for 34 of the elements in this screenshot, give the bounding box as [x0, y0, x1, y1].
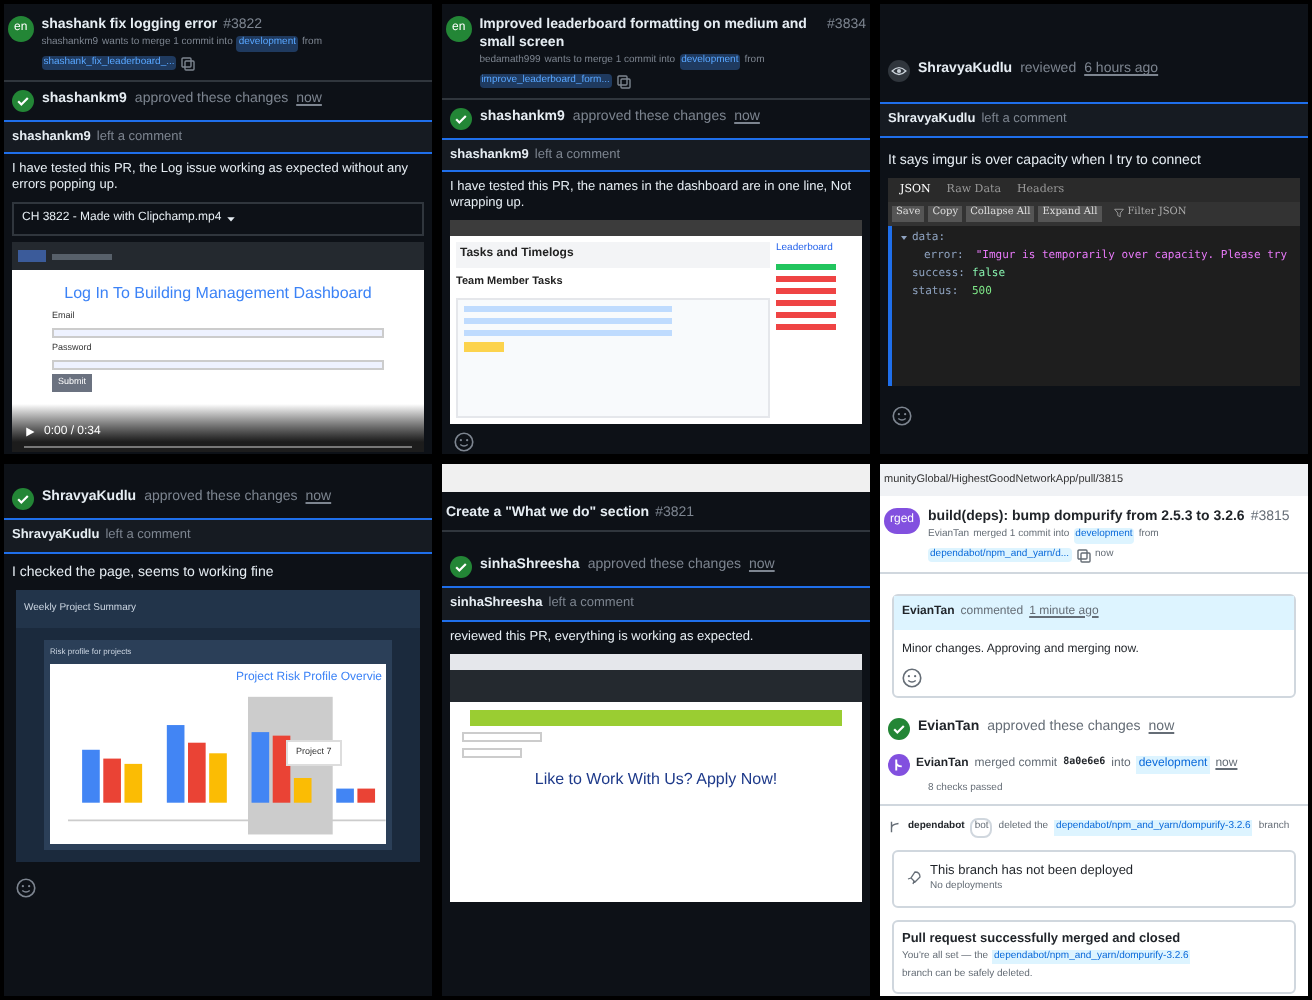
copy-icon: [1075, 547, 1092, 564]
leaderboard-row: [776, 263, 836, 270]
status-badge: [464, 341, 504, 351]
password-field[interactable]: [52, 359, 384, 370]
play-icon: [24, 426, 36, 438]
check-icon: [888, 717, 910, 740]
page-heading: Log In To Building Management Dashboard: [62, 282, 374, 307]
leaderboard-row: [776, 275, 836, 282]
smiley-icon: [454, 431, 474, 451]
branch-icon: [888, 820, 902, 835]
dropdown-field[interactable]: [462, 747, 522, 758]
leaderboard-row: [776, 311, 836, 318]
filter-icon: [1113, 208, 1124, 219]
page-heading: Like to Work With Us? Apply Now!: [532, 767, 780, 792]
check-icon: [12, 487, 34, 510]
smiley-icon: [16, 878, 36, 899]
check-icon: [12, 89, 34, 111]
smiley-icon: [902, 667, 922, 688]
leaderboard-row: [776, 287, 836, 294]
eye-icon: [888, 60, 910, 82]
leaderboard-row: [776, 299, 836, 306]
logo-icon: [18, 250, 46, 263]
copy-icon: [615, 73, 632, 89]
leaderboard-row: [776, 323, 836, 330]
email-field[interactable]: [52, 328, 384, 338]
nav-links-icon: [52, 253, 112, 260]
input-field[interactable]: [462, 731, 542, 742]
smiley-icon: [892, 405, 912, 425]
caret-icon: [225, 214, 236, 225]
rocket-icon: [906, 870, 922, 887]
copy-icon: [180, 55, 197, 71]
check-icon: [450, 555, 472, 578]
check-icon: [450, 107, 472, 129]
merge-icon: [888, 753, 910, 776]
